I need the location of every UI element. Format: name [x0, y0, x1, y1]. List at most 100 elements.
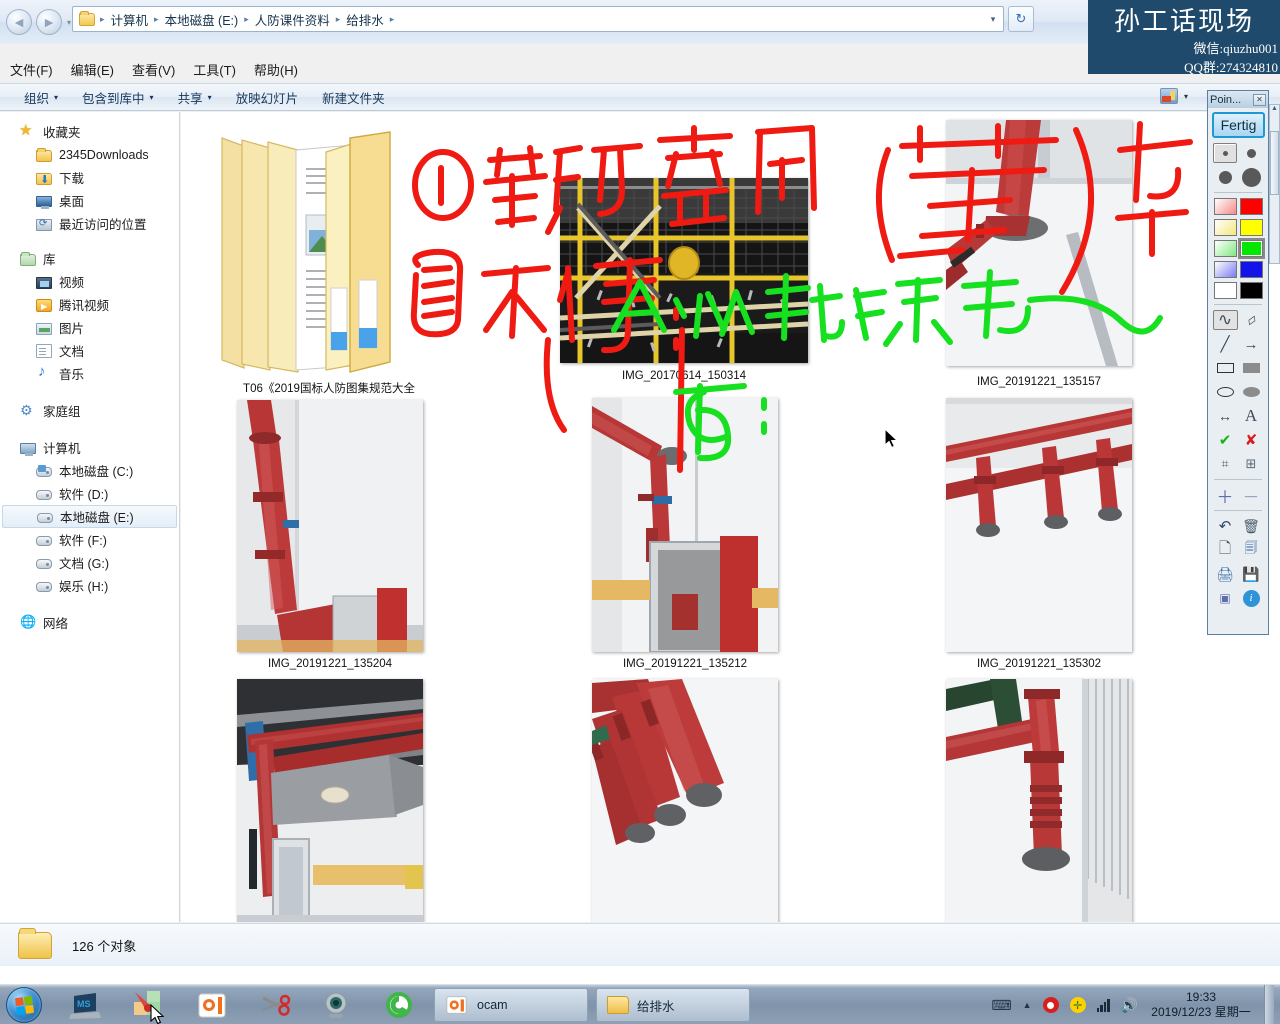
browser-icon[interactable]: [382, 988, 416, 1022]
eraser-tool[interactable]: ▱: [1235, 305, 1267, 336]
cross-mark-tool[interactable]: ✘: [1239, 430, 1264, 450]
ellipse-filled-tool[interactable]: [1239, 382, 1264, 402]
msdn-icon[interactable]: MS: [68, 988, 102, 1022]
address-dropdown-caret[interactable]: ▾: [983, 14, 1003, 25]
breadcrumb-separator[interactable]: ▸: [333, 14, 344, 25]
menu-file[interactable]: 文件(F): [10, 60, 53, 79]
sidebar-item-drive-g[interactable]: 文档 (G:): [0, 551, 179, 574]
breadcrumb-separator[interactable]: ▸: [97, 14, 108, 25]
close-icon[interactable]: ✕: [1253, 93, 1266, 106]
brush-size-l-button[interactable]: [1239, 167, 1263, 187]
recording-icon[interactable]: [1042, 997, 1059, 1013]
sidebar-item-drive-c[interactable]: 本地磁盘 (C:): [0, 459, 179, 482]
color-swatch-yellow[interactable]: [1239, 219, 1263, 236]
sidebar-item-videos[interactable]: 视频: [0, 270, 179, 293]
clock[interactable]: 19:33 2019/12/23 星期一: [1149, 990, 1253, 1020]
ocam-icon[interactable]: [195, 988, 229, 1022]
crop-tool[interactable]: ⌗: [1213, 454, 1238, 474]
line-tool[interactable]: ╱: [1213, 334, 1238, 354]
menu-help[interactable]: 帮助(H): [254, 60, 298, 79]
slideshow-button[interactable]: 放映幻灯片: [224, 85, 311, 110]
sidebar-item-drive-h[interactable]: 娱乐 (H:): [0, 574, 179, 597]
color-swatch-green[interactable]: [1237, 238, 1265, 259]
camera-icon[interactable]: [319, 988, 353, 1022]
show-desktop-button[interactable]: [1264, 985, 1274, 1024]
brush-size-xs-button[interactable]: [1213, 143, 1237, 163]
color-swatch-blue[interactable]: [1239, 261, 1263, 278]
forward-button[interactable]: ►: [36, 9, 62, 35]
new-page-button[interactable]: 🗋: [1213, 540, 1238, 560]
delete-all-button[interactable]: 🗑: [1239, 516, 1264, 536]
print-button[interactable]: 🖨: [1213, 564, 1238, 584]
brush-size-m-button[interactable]: [1213, 167, 1237, 187]
save-button[interactable]: 💾: [1239, 564, 1264, 584]
sidebar-item-downloads[interactable]: 下载: [0, 166, 179, 189]
sidebar-item-2345downloads[interactable]: 2345Downloads: [0, 143, 179, 166]
done-button[interactable]: Fertig: [1212, 112, 1265, 138]
menu-view[interactable]: 查看(V): [132, 60, 175, 79]
organize-button[interactable]: 组织 ▾: [12, 85, 70, 110]
breadcrumb-separator[interactable]: ▸: [241, 14, 252, 25]
copy-button[interactable]: 🗐: [1239, 540, 1264, 560]
color-swatch-blue-light[interactable]: [1213, 261, 1237, 278]
arrow-tool[interactable]: →: [1239, 334, 1264, 354]
back-button[interactable]: ◄: [6, 9, 32, 35]
volume-icon[interactable]: 🔊: [1121, 997, 1138, 1014]
color-swatch-green-light[interactable]: [1213, 240, 1237, 257]
menu-tools[interactable]: 工具(T): [193, 60, 236, 79]
freehand-pen-tool[interactable]: ∿: [1212, 310, 1238, 330]
history-dropdown-caret[interactable]: ▾: [67, 18, 71, 27]
include-in-library-button[interactable]: 包含到库中 ▾: [70, 85, 166, 110]
sidebar-header-network[interactable]: 网络: [0, 611, 179, 634]
zoom-out-button[interactable]: －: [1239, 485, 1264, 507]
show-hidden-icons-chevron[interactable]: ▲: [1023, 1000, 1032, 1010]
sidebar-item-pictures[interactable]: 图片: [0, 316, 179, 339]
sidebar-header-favorites[interactable]: 收藏夹: [0, 120, 179, 143]
change-view-icon[interactable]: [1159, 88, 1178, 104]
sidebar-item-drive-e[interactable]: 本地磁盘 (E:): [2, 505, 177, 528]
view-dropdown-caret[interactable]: ▾: [1184, 92, 1188, 101]
breadcrumb-item-folder-2[interactable]: 给排水: [343, 8, 387, 31]
sidebar-item-desktop[interactable]: 桌面: [0, 189, 179, 212]
network-signal-icon[interactable]: [1096, 998, 1110, 1012]
pointofix-tool-panel[interactable]: Poin... ✕ Fertig ∿ ▱ ╱ → ↔ A ✔ ✘ ⌗ ⊞ ＋ －…: [1207, 90, 1269, 635]
info-button[interactable]: i: [1239, 588, 1264, 608]
address-bar[interactable]: ▸ 计算机 ▸ 本地磁盘 (E:) ▸ 人防课件资料 ▸ 给排水 ▸ ▾: [72, 6, 1004, 32]
breadcrumb-separator[interactable]: ▸: [387, 14, 398, 25]
new-folder-button[interactable]: 新建文件夹: [310, 85, 397, 110]
breadcrumb-item-computer[interactable]: 计算机: [108, 8, 152, 31]
rectangle-filled-tool[interactable]: [1239, 358, 1264, 378]
color-swatch-red[interactable]: [1239, 198, 1263, 215]
sidebar-item-documents[interactable]: 文档: [0, 339, 179, 362]
start-button[interactable]: [6, 987, 42, 1023]
sidebar-item-music[interactable]: 音乐: [0, 362, 179, 385]
taskbar-task-folder[interactable]: 给排水: [596, 988, 750, 1022]
snipping-tool-icon[interactable]: [258, 988, 292, 1022]
refresh-button[interactable]: ↻: [1008, 6, 1034, 32]
sidebar-header-libraries[interactable]: 库: [0, 247, 179, 270]
resize-tool[interactable]: ↔: [1213, 406, 1238, 426]
share-button[interactable]: 共享 ▾: [166, 85, 224, 110]
breadcrumb-item-drive-e[interactable]: 本地磁盘 (E:): [162, 8, 242, 31]
color-swatch-red-light[interactable]: [1213, 198, 1237, 215]
ellipse-outline-tool[interactable]: [1213, 382, 1238, 402]
breadcrumb-separator[interactable]: ▸: [151, 14, 162, 25]
keyboard-icon[interactable]: ⌨: [991, 997, 1011, 1014]
sidebar-item-recent-places[interactable]: 最近访问的位置: [0, 212, 179, 235]
window-scrollbar[interactable]: ▲: [1269, 104, 1280, 264]
pointofix-title-bar[interactable]: Poin... ✕: [1208, 91, 1268, 108]
sidebar-item-drive-d[interactable]: 软件 (D:): [0, 482, 179, 505]
zoom-in-button[interactable]: ＋: [1213, 485, 1238, 507]
taskbar-task-ocam[interactable]: ocam: [434, 988, 588, 1022]
rectangle-outline-tool[interactable]: [1213, 358, 1238, 378]
color-swatch-yellow-light[interactable]: [1213, 219, 1237, 236]
color-swatch-black[interactable]: [1239, 282, 1263, 299]
navigation-pane[interactable]: 收藏夹 2345Downloads 下载 桌面 最近访问的位置 库: [0, 112, 180, 922]
brush-size-s-button[interactable]: [1239, 143, 1263, 163]
sidebar-header-homegroup[interactable]: 家庭组: [0, 399, 179, 422]
security-shield-icon[interactable]: ✛: [1069, 997, 1086, 1013]
breadcrumb-item-folder-1[interactable]: 人防课件资料: [252, 8, 333, 31]
scrollbar-thumb[interactable]: [1270, 131, 1279, 195]
text-tool[interactable]: A: [1239, 406, 1264, 426]
sidebar-item-drive-f[interactable]: 软件 (F:): [0, 528, 179, 551]
